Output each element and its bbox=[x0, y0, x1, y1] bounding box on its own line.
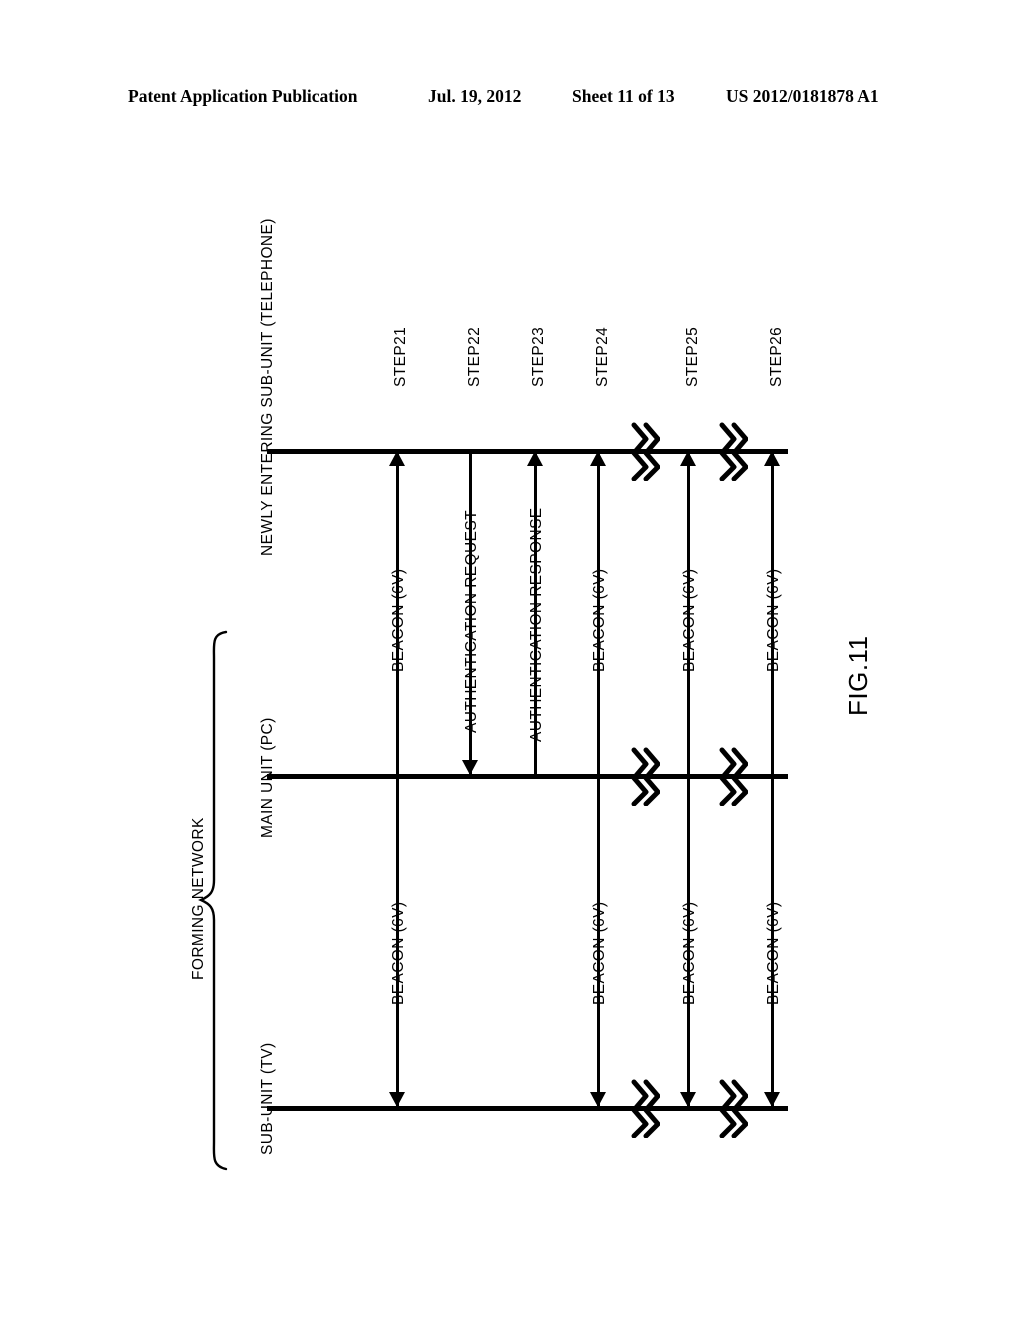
message-label-step26-lower: BEACON (6V) bbox=[765, 901, 782, 1005]
message-line-step26 bbox=[771, 450, 774, 1108]
step-label-step25: STEP25 bbox=[684, 326, 701, 387]
arrowhead-step21-top bbox=[389, 451, 405, 466]
arrowhead-step24-bottom bbox=[590, 1092, 606, 1107]
message-label-step25-lower: BEACON (6V) bbox=[681, 901, 698, 1005]
break-mark-icon bbox=[631, 1079, 660, 1138]
message-label-step23: AUTHENTICATION RESPONSE bbox=[528, 507, 545, 742]
message-line-step21 bbox=[396, 450, 399, 1108]
break-mark-icon bbox=[631, 747, 660, 806]
step-label-step24: STEP24 bbox=[594, 326, 611, 387]
message-label-step24-upper: BEACON (6V) bbox=[591, 568, 608, 672]
arrowhead-step25-top bbox=[680, 451, 696, 466]
message-label-step25-upper: BEACON (6V) bbox=[681, 568, 698, 672]
lifeline-label-newly-entering-sub-unit: NEWLY ENTERING SUB-UNIT (TELEPHONE) bbox=[259, 218, 276, 556]
message-label-step21-lower: BEACON (6V) bbox=[390, 901, 407, 1005]
break-mark-icon bbox=[719, 422, 748, 481]
message-line-step24 bbox=[597, 450, 600, 1108]
step-label-step22: STEP22 bbox=[466, 326, 483, 387]
arrowhead-step25-bottom bbox=[680, 1092, 696, 1107]
group-label-forming-network: FORMING NETWORK bbox=[190, 817, 207, 980]
arrowhead-step26-bottom bbox=[764, 1092, 780, 1107]
arrowhead-step22 bbox=[462, 760, 478, 775]
step-label-step26: STEP26 bbox=[768, 326, 785, 387]
break-mark-icon bbox=[719, 1079, 748, 1138]
lifeline-label-main-unit: MAIN UNIT (PC) bbox=[259, 717, 276, 838]
step-label-step21: STEP21 bbox=[392, 326, 409, 387]
message-label-step26-upper: BEACON (6V) bbox=[765, 568, 782, 672]
break-mark-icon bbox=[719, 747, 748, 806]
step-label-step23: STEP23 bbox=[530, 326, 547, 387]
arrowhead-step24-top bbox=[590, 451, 606, 466]
lifeline-sub-unit bbox=[267, 1106, 788, 1111]
patent-figure: NEWLY ENTERING SUB-UNIT (TELEPHONE) MAIN… bbox=[0, 0, 1024, 1320]
arrowhead-step26-top bbox=[764, 451, 780, 466]
message-label-step21-upper: BEACON (6V) bbox=[390, 568, 407, 672]
lifeline-main-unit bbox=[267, 774, 788, 779]
arrowhead-step21-bottom bbox=[389, 1092, 405, 1107]
message-label-step22: AUTHENTICATION REQUEST bbox=[463, 510, 480, 733]
break-mark-icon bbox=[631, 422, 660, 481]
message-label-step24-lower: BEACON (6V) bbox=[591, 901, 608, 1005]
figure-caption: FIG.11 bbox=[843, 635, 873, 716]
arrowhead-step23 bbox=[527, 451, 543, 466]
message-line-step25 bbox=[687, 450, 690, 1108]
lifeline-label-sub-unit: SUB-UNIT (TV) bbox=[259, 1042, 276, 1155]
